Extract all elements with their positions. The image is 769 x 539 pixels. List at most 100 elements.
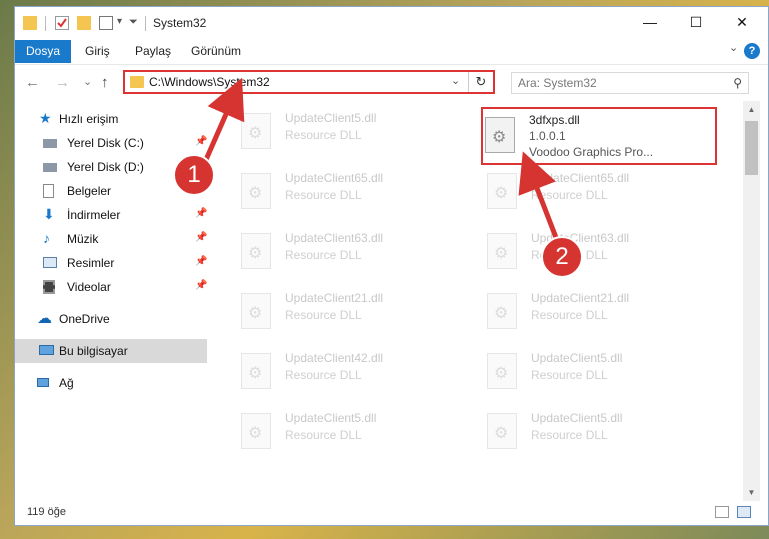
scroll-down-icon[interactable]: ▼ [743, 484, 760, 501]
recent-locations-button[interactable]: ⌄ [83, 75, 92, 88]
sidebar-item-downloads[interactable]: ⬇ İndirmeler 📌 [15, 203, 207, 227]
list-item[interactable]: ⚙ UpdateClient63.dll Resource DLL [213, 227, 443, 277]
tab-view[interactable]: Görünüm [191, 40, 241, 63]
sidebar-item-label: Resimler [67, 256, 115, 270]
list-item[interactable]: ⚙ UpdateClient21.dll Resource DLL [459, 287, 689, 337]
list-item[interactable]: ⚙ UpdateClient5.dll Resource DLL [459, 347, 689, 397]
new-folder-icon[interactable] [77, 16, 91, 30]
item-count: 119 öğe [27, 506, 66, 518]
ribbon-expand-icon[interactable]: ⌄ [729, 41, 738, 54]
large-icons-view-icon[interactable] [737, 506, 751, 518]
close-button[interactable]: ✕ [719, 7, 765, 37]
dll-file-icon: ⚙ [241, 413, 271, 449]
chevron-down-icon[interactable]: ▾ [117, 16, 122, 27]
download-icon: ⬇ [43, 206, 55, 222]
customize-icon[interactable] [99, 16, 113, 30]
dll-file-icon: ⚙ [241, 173, 271, 209]
file-description: Resource DLL [531, 368, 608, 382]
file-name: UpdateClient65.dll [285, 171, 384, 185]
address-bar[interactable]: C:\Windows\System32 ⌄ ↻ [123, 70, 495, 94]
sidebar-item-label: Yerel Disk (D:) [67, 160, 144, 174]
tab-share[interactable]: Paylaş [135, 40, 171, 63]
file-name: UpdateClient21.dll [531, 291, 630, 305]
status-bar: 119 öğe [15, 501, 768, 525]
dll-file-icon: ⚙ [487, 293, 517, 329]
dll-file-icon: ⚙ [241, 293, 271, 329]
dll-file-icon: ⚙ [487, 233, 517, 269]
file-description: Resource DLL [285, 428, 362, 442]
list-item[interactable]: ⚙ UpdateClient21.dll Resource DLL [213, 287, 443, 337]
file-name: UpdateClient21.dll [285, 291, 384, 305]
file-name: UpdateClient5.dll [285, 411, 377, 425]
sidebar-item-label: Ağ [59, 376, 74, 390]
quick-access-dropdown-icon[interactable]: ⏷ [129, 16, 138, 29]
search-placeholder: Ara: System32 [518, 76, 597, 90]
dll-file-icon: ⚙ [241, 233, 271, 269]
pin-icon[interactable]: 📌 [195, 136, 207, 147]
sidebar-item-label: Videolar [67, 280, 111, 294]
file-name: UpdateClient5.dll [531, 351, 623, 365]
sidebar-item-pictures[interactable]: Resimler 📌 [15, 251, 207, 275]
annotation-badge-2: 2 [541, 236, 583, 278]
list-item[interactable]: ⚙ UpdateClient5.dll Resource DLL [459, 407, 689, 457]
up-button[interactable]: ↑ [101, 74, 109, 91]
file-list: ⚙ UpdateClient5.dll Resource DLL ⚙ Updat… [211, 101, 743, 501]
file-name: UpdateClient42.dll [285, 351, 384, 365]
address-dropdown-button[interactable]: ⌄ [451, 74, 460, 87]
computer-icon [39, 345, 54, 355]
annotation-badge-1: 1 [173, 154, 215, 196]
file-name: UpdateClient5.dll [531, 411, 623, 425]
sidebar-item-music[interactable]: ♪ Müzik 📌 [15, 227, 207, 251]
pin-icon[interactable]: 📌 [195, 256, 207, 267]
file-name: UpdateClient63.dll [285, 231, 384, 245]
refresh-button[interactable]: ↻ [468, 72, 493, 92]
sidebar-item-label: Bu bilgisayar [59, 344, 128, 358]
pin-icon[interactable]: 📌 [195, 208, 207, 219]
toolbar-divider [145, 16, 146, 31]
tab-home[interactable]: Giriş [85, 40, 110, 63]
forward-button[interactable]: → [55, 74, 70, 91]
sidebar-item-local-disk-c[interactable]: Yerel Disk (C:) 📌 [15, 131, 207, 155]
pictures-icon [43, 257, 57, 268]
list-item[interactable]: ⚙ UpdateClient5.dll Resource DLL [213, 107, 443, 157]
file-name: UpdateClient5.dll [285, 111, 377, 125]
minimize-button[interactable]: — [627, 7, 673, 37]
list-item[interactable]: ⚙ UpdateClient5.dll Resource DLL [213, 407, 443, 457]
sidebar-item-videos[interactable]: Videolar 📌 [15, 275, 207, 299]
pin-icon[interactable]: 📌 [195, 232, 207, 243]
title-bar: ▾ ⏷ System32 — ☐ ✕ [15, 7, 768, 39]
sidebar-item-this-pc[interactable]: Bu bilgisayar [15, 339, 207, 363]
sidebar-item-label: İndirmeler [67, 208, 121, 222]
network-icon [37, 378, 49, 387]
list-item[interactable]: ⚙ UpdateClient42.dll Resource DLL [213, 347, 443, 397]
file-description: Resource DLL [531, 428, 608, 442]
scrollbar-thumb[interactable] [745, 121, 758, 175]
explorer-window: ▾ ⏷ System32 — ☐ ✕ Dosya Giriş Paylaş Gö… [14, 6, 769, 526]
back-button[interactable]: ← [25, 74, 40, 91]
sidebar-item-onedrive[interactable]: ☁ OneDrive [15, 307, 207, 331]
tab-file[interactable]: Dosya [15, 40, 71, 63]
details-view-icon[interactable] [715, 506, 729, 518]
sidebar-item-quick-access[interactable]: ★ Hızlı erişim [15, 107, 207, 131]
list-item[interactable]: ⚙ UpdateClient65.dll Resource DLL [213, 167, 443, 217]
sidebar-item-label: OneDrive [59, 312, 110, 326]
vertical-scrollbar[interactable]: ▲ ▼ [743, 101, 760, 501]
help-icon[interactable]: ? [744, 43, 760, 59]
search-icon[interactable]: ⚲ [733, 76, 742, 90]
maximize-button[interactable]: ☐ [673, 7, 719, 37]
search-input[interactable]: Ara: System32 ⚲ [511, 72, 749, 94]
sidebar-item-label: Yerel Disk (C:) [67, 136, 144, 150]
sidebar-item-network[interactable]: Ağ [15, 371, 207, 395]
star-icon: ★ [39, 110, 52, 126]
properties-icon[interactable] [55, 16, 69, 30]
navigation-bar: ← → ⌄ ↑ C:\Windows\System32 ⌄ ↻ Ara: Sys… [15, 64, 768, 100]
sidebar-item-label: Belgeler [67, 184, 112, 198]
address-path[interactable]: C:\Windows\System32 [149, 75, 270, 89]
list-item[interactable]: ⚙ UpdateClient65.dll Resource DLL [459, 167, 689, 217]
pin-icon[interactable]: 📌 [195, 280, 207, 291]
dll-file-icon: ⚙ [487, 173, 517, 209]
dll-file-icon: ⚙ [487, 413, 517, 449]
sidebar-item-label: Hızlı erişim [59, 112, 119, 126]
highlight-box [481, 107, 717, 165]
scroll-up-icon[interactable]: ▲ [743, 101, 760, 118]
